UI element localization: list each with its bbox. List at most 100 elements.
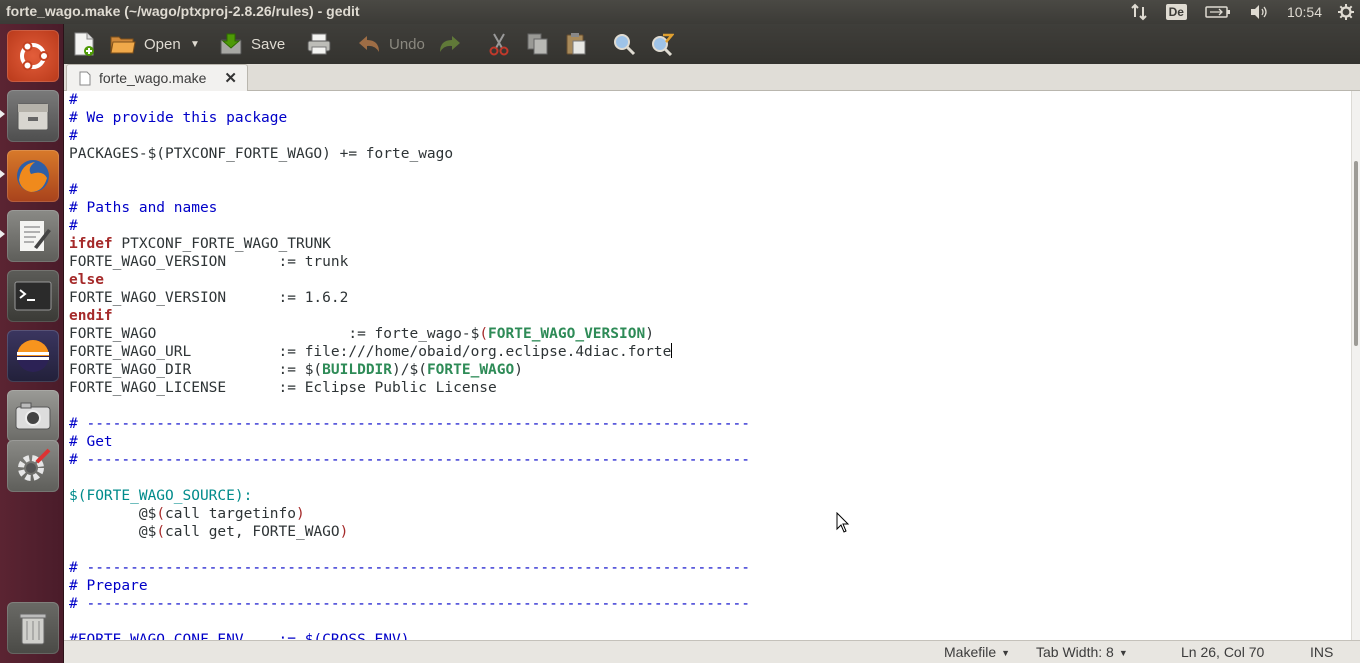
code-token: FORTE_WAGO_URL := file:///home/obaid/org… — [69, 344, 672, 360]
code-line: FORTE_WAGO_URL := file:///home/obaid/org… — [69, 343, 750, 361]
code-token: # — [69, 92, 78, 108]
code-token: ) — [296, 506, 305, 522]
text-editor[interactable]: # # We provide this package # PACKAGES-$(PT… — [64, 91, 1351, 640]
vertical-scrollbar[interactable] — [1351, 91, 1360, 640]
volume-icon[interactable] — [1249, 4, 1269, 20]
code-line: else — [69, 271, 750, 289]
code-content: # # We provide this package # PACKAGES-$(PT… — [69, 91, 750, 640]
code-token: FORTE_WAGO_DIR := $( — [69, 362, 323, 378]
keyboard-layout-label: De — [1165, 4, 1187, 20]
open-button[interactable]: Open — [110, 30, 181, 58]
code-line: FORTE_WAGO_DIR := $(BUILDDIR)/$(FORTE_WA… — [69, 361, 750, 379]
code-token: # — [69, 218, 78, 234]
firefox-icon[interactable] — [7, 150, 59, 202]
code-token: endif — [69, 308, 113, 324]
code-token: ) — [514, 362, 523, 378]
code-token: PTXCONF_FORTE_WAGO_TRUNK — [112, 236, 331, 252]
text-editor-icon[interactable] — [7, 210, 59, 262]
status-bar: Makefile ▼ Tab Width: 8 ▼ Ln 26, Col 70 IN… — [64, 640, 1360, 663]
insert-mode-indicator: INS — [1310, 644, 1334, 660]
code-line: # --------------------------------------… — [69, 451, 750, 469]
code-line: endif — [69, 307, 750, 325]
code-line: # We provide this package — [69, 109, 750, 127]
code-token: FORTE_WAGO_VERSION — [488, 326, 646, 342]
save-button[interactable]: Save — [219, 30, 285, 58]
code-token: FORTE_WAGO — [426, 362, 515, 378]
folder-open-icon — [110, 36, 136, 54]
trash-icon[interactable] — [7, 602, 59, 654]
terminal-icon[interactable] — [7, 270, 59, 322]
undo-button[interactable]: Undo — [357, 30, 425, 58]
printer-icon — [307, 33, 331, 55]
code-token: else — [69, 272, 104, 288]
code-line: $(FORTE_WAGO_SOURCE): — [69, 487, 750, 505]
save-label: Save — [251, 35, 286, 53]
code-token: BUILDDIR — [322, 362, 393, 378]
paste-button[interactable] — [564, 30, 588, 58]
code-line: PACKAGES-$(PTXCONF_FORTE_WAGO) += forte_… — [69, 145, 750, 163]
new-document-button[interactable] — [72, 30, 96, 58]
undo-icon — [359, 36, 379, 52]
language-selector[interactable]: Makefile ▼ — [944, 644, 1010, 660]
find-replace-icon — [652, 33, 674, 56]
keyboard-layout-indicator[interactable]: De — [1165, 4, 1187, 20]
network-icon[interactable] — [1130, 3, 1148, 21]
tab-close-icon[interactable]: ✕ — [224, 69, 237, 87]
power-gear-icon[interactable] — [1338, 4, 1354, 20]
code-token: # Get — [69, 434, 113, 450]
tab-width-selector[interactable]: Tab Width: 8 ▼ — [1036, 644, 1128, 660]
code-token: PACKAGES-$(PTXCONF_FORTE_WAGO) += forte_… — [69, 146, 454, 162]
code-line: # — [69, 127, 750, 145]
code-line: # Prepare — [69, 577, 750, 595]
code-token: FORTE_WAGO_LICENSE := Eclipse Public Lic… — [69, 380, 497, 396]
files-icon[interactable] — [7, 90, 59, 142]
clock[interactable]: 10:54 — [1287, 4, 1322, 20]
redo-button[interactable] — [438, 30, 462, 58]
code-token: call get, FORTE_WAGO — [165, 524, 340, 540]
code-token: FORTE_WAGO_VERSION := trunk — [69, 254, 349, 270]
code-token: # — [69, 128, 78, 144]
top-panel: forte_wago.make (~/wago/ptxproj-2.8.26/r… — [0, 0, 1360, 24]
code-token: @$ — [69, 524, 157, 540]
code-token: ( — [156, 506, 166, 522]
system-settings-icon[interactable] — [7, 440, 59, 492]
copy-button[interactable] — [526, 30, 550, 58]
code-token: # Prepare — [69, 578, 148, 594]
chevron-down-icon: ▼ — [1001, 648, 1011, 658]
code-line: # — [69, 217, 750, 235]
scrollbar-thumb[interactable] — [1354, 161, 1358, 346]
chevron-down-icon: ▼ — [190, 38, 200, 50]
eclipse-icon[interactable] — [7, 330, 59, 382]
cut-button[interactable] — [488, 30, 510, 58]
code-token: # --------------------------------------… — [69, 416, 750, 432]
code-line: # — [69, 181, 750, 199]
print-button[interactable] — [306, 30, 332, 58]
open-label: Open — [144, 35, 181, 53]
mouse-pointer-icon — [836, 511, 850, 539]
code-line: FORTE_WAGO_VERSION := 1.6.2 — [69, 289, 750, 307]
code-line: #FORTE_WAGO_CONF_ENV := $(CROSS_ENV) — [69, 631, 750, 640]
find-replace-button[interactable] — [650, 30, 674, 58]
code-token: # — [69, 182, 78, 198]
find-button[interactable] — [612, 30, 636, 58]
screenshot-icon[interactable] — [7, 390, 59, 442]
code-line: @$(call get, FORTE_WAGO) — [69, 523, 750, 541]
code-line: FORTE_WAGO_VERSION := trunk — [69, 253, 750, 271]
toolbar: Open ▼ Save Undo — [64, 24, 1360, 64]
code-token: call targetinfo — [165, 506, 296, 522]
battery-icon[interactable] — [1205, 5, 1231, 19]
window-title: forte_wago.make (~/wago/ptxproj-2.8.26/r… — [6, 3, 360, 19]
code-token: # Paths and names — [69, 200, 218, 216]
code-token: # --------------------------------------… — [69, 560, 750, 576]
tab-label: forte_wago.make — [99, 70, 207, 86]
code-token: ( — [479, 326, 489, 342]
tab-forte-wago-make[interactable]: forte_wago.make ✕ — [66, 64, 248, 91]
open-recent-dropdown[interactable]: ▼ — [190, 30, 200, 58]
language-label: Makefile — [944, 644, 997, 660]
code-token: # We provide this package — [69, 110, 288, 126]
ubuntu-dash-icon[interactable] — [7, 30, 59, 82]
code-token: FORTE_WAGO := forte_wago-$ — [69, 326, 480, 342]
